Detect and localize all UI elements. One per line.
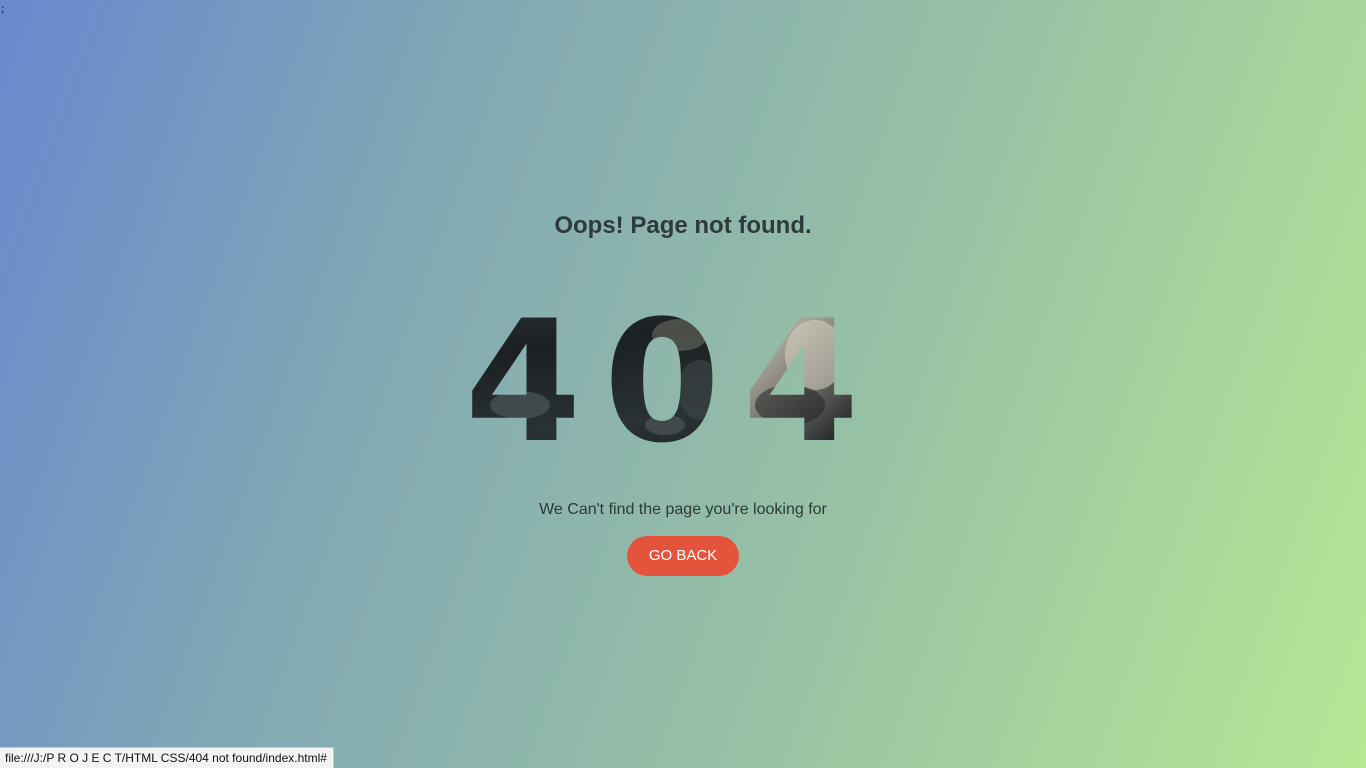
status-bar: file:///J:/P R O J E C T/HTML CSS/404 no…	[0, 747, 334, 768]
not-found-message: We Can't find the page you're looking fo…	[539, 501, 827, 518]
page-title: Oops! Page not found.	[554, 212, 812, 239]
go-back-button[interactable]: GO BACK	[627, 536, 739, 576]
status-bar-url: file:///J:/P R O J E C T/HTML CSS/404 no…	[5, 751, 327, 765]
error-code-text: 404	[465, 295, 882, 465]
stray-text: ;	[1, 1, 5, 15]
error-code-404: 404	[465, 295, 882, 465]
